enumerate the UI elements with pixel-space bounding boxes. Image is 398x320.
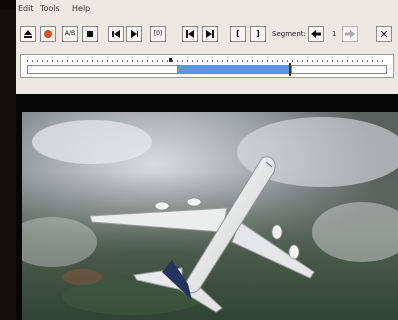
segment-selection[interactable] — [177, 66, 292, 73]
play-button[interactable] — [126, 26, 142, 42]
eject-icon — [24, 30, 32, 38]
segment-forward-button[interactable] — [342, 26, 358, 42]
segment-range-bar[interactable] — [27, 65, 387, 74]
arrow-left-icon — [311, 30, 321, 38]
left-background-strip — [0, 0, 16, 320]
video-frame — [22, 112, 398, 320]
segment-label: Segment: — [272, 30, 306, 38]
menu-tools[interactable]: Tools — [40, 4, 60, 14]
mark-out-button[interactable]: ] — [250, 26, 266, 42]
toolbar: A/B [0] [ ] Segment: 1 ✕ — [16, 24, 398, 48]
frame-button[interactable]: [0] — [150, 26, 166, 42]
arrow-right-icon — [345, 30, 355, 38]
next-segment-button[interactable] — [202, 26, 218, 42]
step-back-button[interactable] — [108, 26, 124, 42]
step-back-icon — [112, 30, 120, 38]
record-button[interactable] — [40, 26, 56, 42]
eject-button[interactable] — [20, 26, 36, 42]
skip-start-icon — [186, 30, 194, 38]
segment-number: 1 — [332, 30, 337, 38]
segment-back-button[interactable] — [308, 26, 324, 42]
mark-in-button[interactable]: [ — [230, 26, 246, 42]
segment-end-marker[interactable] — [289, 63, 291, 76]
menu-bar: Edit Tools Help — [16, 0, 398, 16]
menu-help[interactable]: Help — [72, 4, 90, 14]
ab-repeat-button[interactable]: A/B — [62, 26, 78, 42]
video-editor-window: Edit Tools Help A/B [0] [] Segment: 1 ✕ — [16, 0, 398, 320]
stop-icon — [87, 31, 93, 37]
timeline-ticks — [27, 60, 387, 62]
play-icon — [131, 30, 138, 38]
menu-edit[interactable]: Edit — [18, 4, 34, 14]
skip-end-icon — [206, 30, 214, 38]
record-icon — [44, 30, 52, 38]
video-area — [16, 94, 398, 320]
playhead-marker[interactable] — [169, 58, 172, 62]
stop-button[interactable] — [82, 26, 98, 42]
previous-segment-button[interactable] — [182, 26, 198, 42]
close-button[interactable]: ✕ — [376, 26, 392, 42]
timeline — [20, 54, 394, 78]
